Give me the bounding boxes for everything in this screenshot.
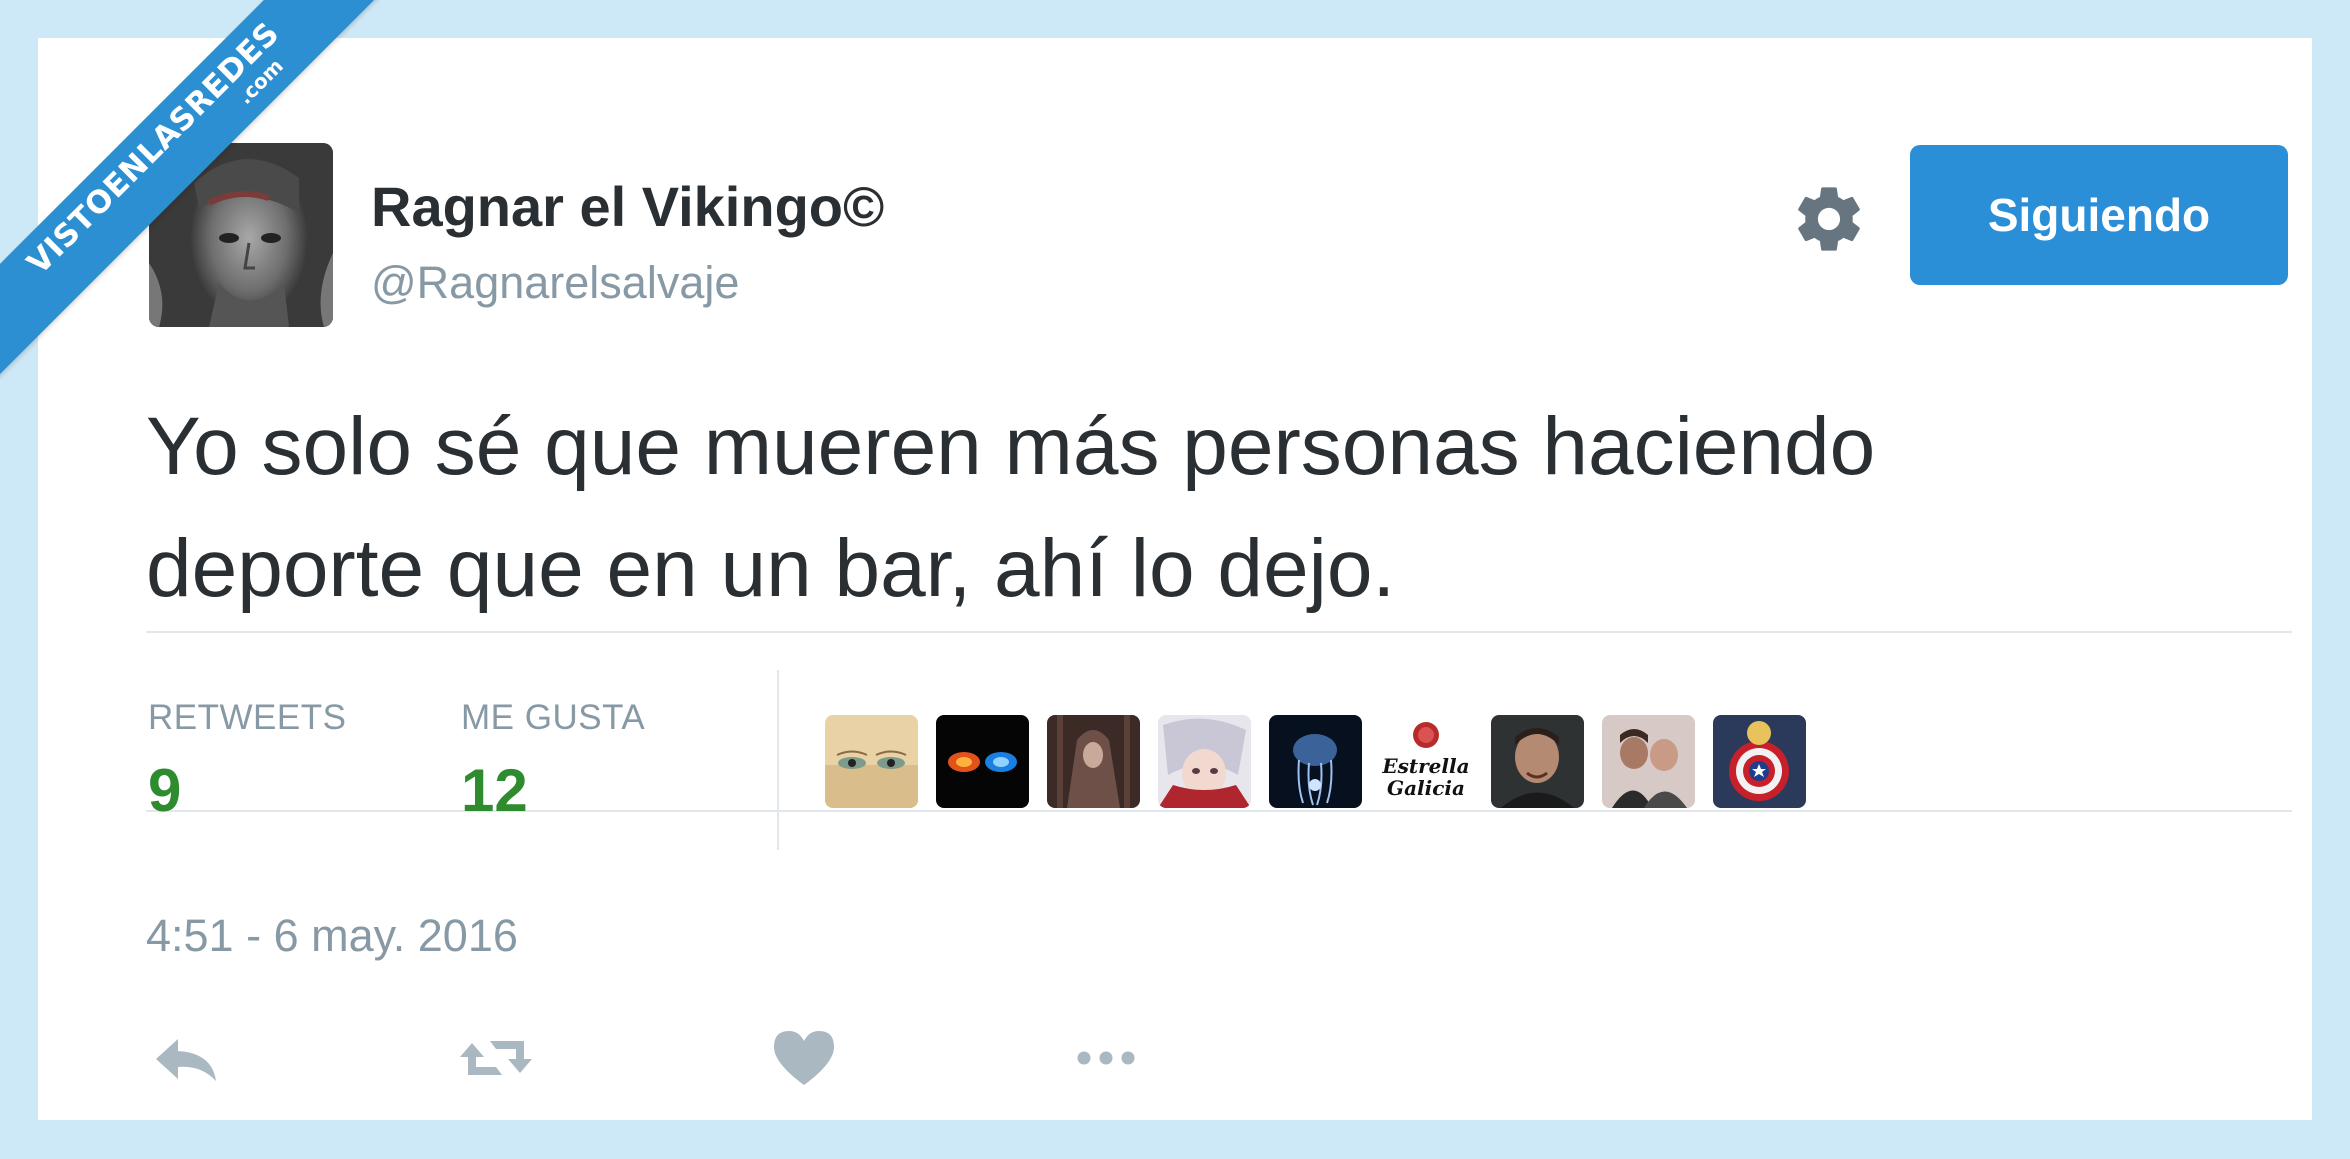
following-button[interactable]: Siguiendo [1910, 145, 2288, 285]
hooded-figure-avatar[interactable] [1047, 715, 1140, 808]
tweet-text: Yo solo sé que mueren más personas hacie… [146, 386, 2296, 630]
gear-icon[interactable] [1791, 181, 1867, 257]
tweet-text-line: deporte que en un bar, ahí lo dejo. [146, 523, 1396, 614]
estrella-label: Estrella [1381, 754, 1469, 778]
display-name[interactable]: Ragnar el Vikingo© [371, 174, 884, 239]
watermark-ribbon: VISTOENLASREDES .com [0, 0, 380, 380]
couple-photo-avatar[interactable] [1602, 715, 1695, 808]
reply-icon[interactable] [146, 1023, 226, 1093]
estrella-galicia-avatar[interactable]: Estrella Galicia [1380, 715, 1473, 808]
retweet-icon[interactable] [456, 1023, 536, 1093]
jellyfish-avatar[interactable] [1269, 715, 1362, 808]
anime-character-avatar[interactable] [1158, 715, 1251, 808]
stats-top-divider [146, 631, 2292, 633]
man-portrait-avatar[interactable] [1491, 715, 1584, 808]
fire-ice-avatar[interactable] [936, 715, 1029, 808]
retweets-label: RETWEETS [148, 698, 347, 737]
galicia-label: Galicia [1387, 776, 1465, 800]
stats-vertical-divider [777, 670, 779, 850]
retweets-stat[interactable]: RETWEETS 9 [148, 698, 346, 825]
more-icon[interactable] [1070, 1023, 1150, 1093]
likes-label: ME GUSTA [461, 698, 646, 737]
retweets-count: 9 [148, 757, 182, 824]
like-icon[interactable] [764, 1023, 844, 1093]
tweet-timestamp[interactable]: 4:51 - 6 may. 2016 [146, 910, 518, 962]
likes-stat[interactable]: ME GUSTA 12 [461, 698, 645, 825]
face-eyes-avatar[interactable] [825, 715, 918, 808]
user-handle[interactable]: @Ragnarelsalvaje [371, 257, 739, 309]
watermark-text: VISTOENLASREDES [20, 15, 287, 282]
tweet-text-line: Yo solo sé que mueren más personas hacie… [146, 401, 1876, 492]
captain-america-shield-avatar[interactable] [1713, 715, 1806, 808]
likers-list: Estrella Galicia [825, 715, 1806, 808]
watermark-banner: VISTOENLASREDES .com [0, 0, 380, 380]
likes-count: 12 [461, 757, 528, 824]
